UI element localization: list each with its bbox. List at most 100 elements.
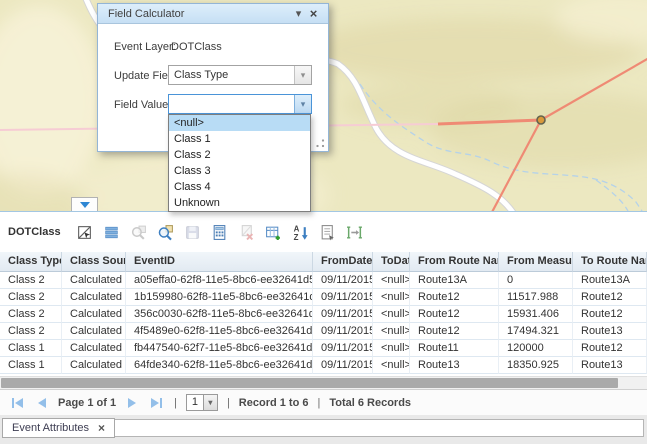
table-cell[interactable]: Route13A <box>573 272 647 289</box>
field-calculator-icon[interactable] <box>211 224 228 241</box>
table-cell[interactable]: 09/11/2015 <box>313 357 373 374</box>
table-cell[interactable]: 09/11/2015 <box>313 272 373 289</box>
column-header[interactable]: Class Type <box>0 252 62 272</box>
select-records-icon[interactable] <box>76 224 93 241</box>
column-header[interactable]: FromDate <box>313 252 373 272</box>
map-view[interactable]: Field Calculator ▾ × Event Layer: DOTCla… <box>0 0 647 211</box>
chevron-down-icon <box>80 202 90 208</box>
table-cell[interactable]: <null> <box>373 306 410 323</box>
table-cell[interactable]: <null> <box>373 289 410 306</box>
table-cell[interactable]: Class 2 <box>0 272 62 289</box>
show-selected-records-icon[interactable] <box>103 224 120 241</box>
table-cell[interactable]: 120000 <box>499 340 573 357</box>
table-cell[interactable]: Route12 <box>573 289 647 306</box>
update-field-value: Class Type <box>169 66 294 84</box>
sort-icon[interactable]: AZ <box>292 224 309 241</box>
chevron-down-icon[interactable]: ▾ <box>203 395 217 410</box>
column-header[interactable]: EventID <box>126 252 313 272</box>
pagination-bar: Page 1 of 1 | 1 ▾ | Record 1 to 6 | Tota… <box>0 389 647 415</box>
table-cell[interactable]: Calculated <box>62 357 126 374</box>
column-header[interactable]: From Route Name <box>410 252 499 272</box>
table-cell[interactable]: Route12 <box>573 340 647 357</box>
table-cell[interactable]: Class 1 <box>0 340 62 357</box>
previous-page-button[interactable] <box>35 398 49 408</box>
separator: | <box>174 397 177 409</box>
table-cell[interactable]: 09/11/2015 <box>313 289 373 306</box>
table-cell[interactable]: fb447540-62f7-11e5-8bc6-ee32641d5ec9 <box>126 340 313 357</box>
table-cell[interactable]: a05effa0-62f8-11e5-8bc6-ee32641d5ec9 <box>126 272 313 289</box>
table-cell[interactable]: Route13 <box>410 357 499 374</box>
update-field-combo[interactable]: Class Type ▾ <box>168 65 312 85</box>
resize-grip-icon[interactable] <box>315 138 325 148</box>
dropdown-option[interactable]: Class 1 <box>169 131 310 147</box>
table-cell[interactable]: Calculated <box>62 323 126 340</box>
dropdown-option[interactable]: Class 4 <box>169 179 310 195</box>
table-cell[interactable]: 11517.988 <box>499 289 573 306</box>
zoom-to-record-icon[interactable] <box>157 224 174 241</box>
dialog-menu-icon[interactable]: ▾ <box>291 7 306 20</box>
table-cell[interactable]: 1b159980-62f8-11e5-8bc6-ee32641d5ec9 <box>126 289 313 306</box>
table-cell[interactable]: Route12 <box>410 323 499 340</box>
table-collapse-tab[interactable] <box>71 197 98 211</box>
column-header[interactable]: From Measure <box>499 252 573 272</box>
table-cell[interactable]: Calculated <box>62 340 126 357</box>
first-page-button[interactable] <box>9 398 26 408</box>
event-layer-label: Event Layer: <box>114 41 176 53</box>
table-cell[interactable]: 64fde340-62f8-11e5-8bc6-ee32641d5ec9 <box>126 357 313 374</box>
table-cell[interactable]: 09/11/2015 <box>313 306 373 323</box>
table-cell[interactable]: 4f5489e0-62f8-11e5-8bc6-ee32641d5ec9 <box>126 323 313 340</box>
table-cell[interactable]: <null> <box>373 340 410 357</box>
table-cell[interactable]: Class 2 <box>0 306 62 323</box>
table-cell[interactable]: Route12 <box>573 306 647 323</box>
table-cell[interactable]: Class 1 <box>0 357 62 374</box>
table-cell[interactable]: 09/11/2015 <box>313 323 373 340</box>
table-cell[interactable]: 15931.406 <box>499 306 573 323</box>
tab-close-icon[interactable]: × <box>98 421 105 435</box>
horizontal-scrollbar[interactable] <box>0 376 647 389</box>
dropdown-option[interactable]: Class 3 <box>169 163 310 179</box>
tab-event-attributes[interactable]: Event Attributes × <box>2 418 115 438</box>
table-cell[interactable]: Route13 <box>573 323 647 340</box>
table-cell[interactable]: 09/11/2015 <box>313 340 373 357</box>
add-record-icon[interactable] <box>265 224 282 241</box>
table-cell[interactable]: Route12 <box>410 289 499 306</box>
dialog-close-icon[interactable]: × <box>306 6 321 21</box>
table-cell[interactable]: Route13 <box>573 357 647 374</box>
offset-icon[interactable] <box>346 224 363 241</box>
table-cell[interactable]: Route12 <box>410 306 499 323</box>
table-header-row: Class TypeClass SourceEventIDFromDateToD… <box>0 252 647 272</box>
page-select[interactable]: 1 ▾ <box>186 394 218 411</box>
dropdown-option[interactable]: <null> <box>169 115 310 131</box>
table-cell[interactable]: Route13A <box>410 272 499 289</box>
save-icon <box>184 224 201 241</box>
scrollbar-thumb[interactable] <box>1 378 618 388</box>
route-junction-marker[interactable] <box>537 116 545 124</box>
table-cell[interactable]: 356c0030-62f8-11e5-8bc6-ee32641d5ec9 <box>126 306 313 323</box>
column-header[interactable]: Class Source <box>62 252 126 272</box>
table-cell[interactable]: <null> <box>373 272 410 289</box>
clear-selection-icon <box>238 224 255 241</box>
dropdown-option[interactable]: Class 2 <box>169 147 310 163</box>
table-cell[interactable]: Calculated <box>62 272 126 289</box>
chevron-down-icon[interactable]: ▾ <box>294 66 311 84</box>
table-cell[interactable]: Class 2 <box>0 289 62 306</box>
table-cell[interactable]: <null> <box>373 357 410 374</box>
column-header[interactable]: ToDate <box>373 252 410 272</box>
last-page-button[interactable] <box>148 398 165 408</box>
table-cell[interactable]: Class 2 <box>0 323 62 340</box>
next-page-button[interactable] <box>125 398 139 408</box>
table-cell[interactable]: 18350.925 <box>499 357 573 374</box>
column-header[interactable]: To Route Name <box>573 252 647 272</box>
separator: | <box>227 397 230 409</box>
table-cell[interactable]: Calculated <box>62 289 126 306</box>
table-cell[interactable]: Calculated <box>62 306 126 323</box>
report-icon[interactable] <box>319 224 336 241</box>
chevron-down-icon[interactable]: ▾ <box>294 95 311 113</box>
table-cell[interactable]: <null> <box>373 323 410 340</box>
table-cell[interactable]: 0 <box>499 272 573 289</box>
table-cell[interactable]: 17494.321 <box>499 323 573 340</box>
dropdown-option[interactable]: Unknown <box>169 195 310 211</box>
dialog-titlebar[interactable]: Field Calculator ▾ × <box>98 4 328 24</box>
field-value-combo[interactable]: ▾ <box>168 94 312 114</box>
table-cell[interactable]: Route11 <box>410 340 499 357</box>
